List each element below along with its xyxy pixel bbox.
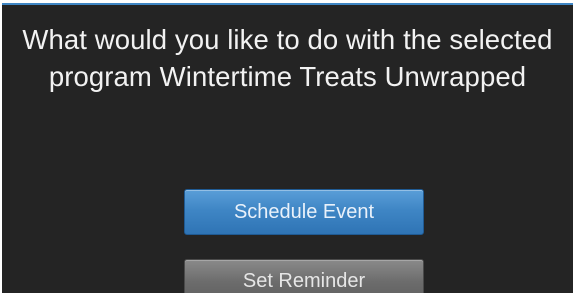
dialog-message: What would you like to do with the selec…	[22, 24, 553, 92]
set-reminder-button[interactable]: Set Reminder	[184, 259, 424, 293]
schedule-event-button[interactable]: Schedule Event	[184, 189, 424, 235]
action-dialog: What would you like to do with the selec…	[2, 5, 573, 293]
